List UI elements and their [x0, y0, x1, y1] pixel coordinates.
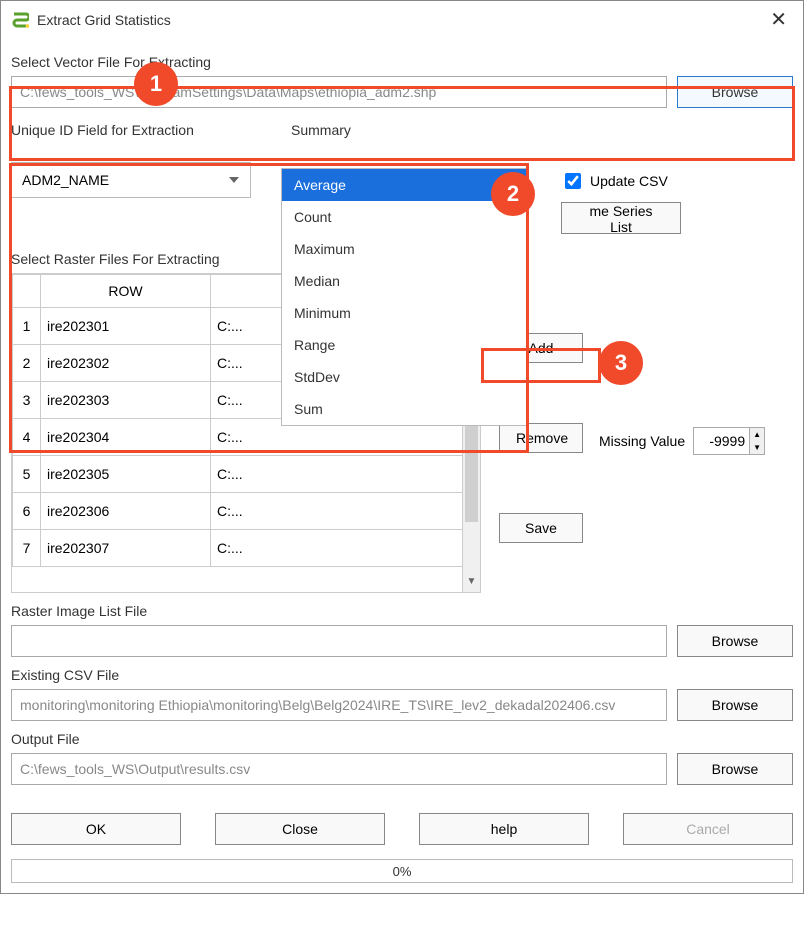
raster-list-browse-button[interactable]: Browse [677, 625, 793, 657]
select-vector-label: Select Vector File For Extracting [11, 54, 793, 70]
progress-bar: 0% [11, 859, 793, 883]
annotation-badge-1: 1 [134, 62, 178, 106]
cancel-button[interactable]: Cancel [623, 813, 793, 845]
output-file-label: Output File [11, 731, 793, 747]
row-index: 5 [13, 456, 41, 493]
missing-value-label: Missing Value [599, 433, 685, 449]
missing-value-spinner[interactable]: ▲ ▼ [693, 427, 765, 455]
table-row[interactable]: 5ire202305C:... [13, 456, 480, 493]
app-icon [11, 11, 29, 29]
summary-option-sum[interactable]: Sum [282, 393, 528, 425]
save-button[interactable]: Save [499, 513, 583, 543]
row-index: 2 [13, 345, 41, 382]
row-name-cell: ire202305 [41, 456, 211, 493]
row-name-cell: ire202304 [41, 419, 211, 456]
row-name-cell: ire202303 [41, 382, 211, 419]
existing-csv-input[interactable] [11, 689, 667, 721]
unique-id-value: ADM2_NAME [22, 172, 109, 188]
row-filename-cell: C:... [211, 493, 480, 530]
summary-list[interactable]: AverageCountMaximumMedianMinimumRangeStd… [281, 168, 529, 426]
window-title: Extract Grid Statistics [37, 12, 764, 28]
output-browse-button[interactable]: Browse [677, 753, 793, 785]
summary-dropdown-panel: AverageCountMaximumMedianMinimumRangeStd… [281, 168, 529, 426]
row-name-cell: ire202307 [41, 530, 211, 567]
row-name-cell: ire202301 [41, 308, 211, 345]
annotation-badge-2: 2 [491, 172, 535, 216]
row-index: 6 [13, 493, 41, 530]
scroll-down-arrow-icon[interactable]: ▼ [463, 576, 480, 592]
table-row[interactable]: 7ire202307C:... [13, 530, 480, 567]
chevron-down-icon [228, 174, 240, 186]
row-name-cell: ire202306 [41, 493, 211, 530]
summary-label: Summary [291, 122, 531, 138]
row-name-cell: ire202302 [41, 345, 211, 382]
unique-id-dropdown[interactable]: ADM2_NAME [11, 162, 251, 198]
close-icon[interactable]: ✕ [764, 7, 793, 32]
annotation-badge-3: 3 [599, 341, 643, 385]
summary-option-maximum[interactable]: Maximum [282, 233, 528, 265]
remove-button[interactable]: Remove [499, 423, 583, 453]
vector-browse-button[interactable]: Browse [677, 76, 793, 108]
existing-csv-label: Existing CSV File [11, 667, 793, 683]
help-button[interactable]: help [419, 813, 589, 845]
row-filename-cell: C:... [211, 530, 480, 567]
update-csv-checkbox[interactable] [565, 173, 581, 189]
row-index: 1 [13, 308, 41, 345]
update-csv-checkbox-group[interactable]: Update CSV [561, 170, 793, 192]
spin-down-icon[interactable]: ▼ [750, 441, 764, 454]
close-button[interactable]: Close [215, 813, 385, 845]
vector-file-input[interactable] [11, 76, 667, 108]
summary-option-range[interactable]: Range [282, 329, 528, 361]
missing-value-input[interactable] [694, 433, 749, 449]
row-filename-cell: C:... [211, 456, 480, 493]
output-file-input[interactable] [11, 753, 667, 785]
raster-list-file-label: Raster Image List File [11, 603, 793, 619]
table-row[interactable]: 6ire202306C:... [13, 493, 480, 530]
summary-option-stddev[interactable]: StdDev [282, 361, 528, 393]
progress-text: 0% [393, 864, 412, 879]
time-series-list-button[interactable]: me Series List [561, 202, 681, 234]
titlebar: Extract Grid Statistics ✕ [1, 1, 803, 38]
summary-option-median[interactable]: Median [282, 265, 528, 297]
ok-button[interactable]: OK [11, 813, 181, 845]
table-corner-header [13, 275, 41, 308]
spin-up-icon[interactable]: ▲ [750, 428, 764, 441]
raster-list-file-input[interactable] [11, 625, 667, 657]
row-index: 4 [13, 419, 41, 456]
extract-grid-statistics-dialog: Extract Grid Statistics ✕ 1 2 3 Select V… [0, 0, 804, 894]
row-index: 7 [13, 530, 41, 567]
update-csv-label: Update CSV [590, 173, 668, 189]
summary-option-count[interactable]: Count [282, 201, 528, 233]
row-index: 3 [13, 382, 41, 419]
summary-option-minimum[interactable]: Minimum [282, 297, 528, 329]
row-header: ROW [41, 275, 211, 308]
unique-id-label: Unique ID Field for Extraction [11, 122, 281, 138]
existing-csv-browse-button[interactable]: Browse [677, 689, 793, 721]
